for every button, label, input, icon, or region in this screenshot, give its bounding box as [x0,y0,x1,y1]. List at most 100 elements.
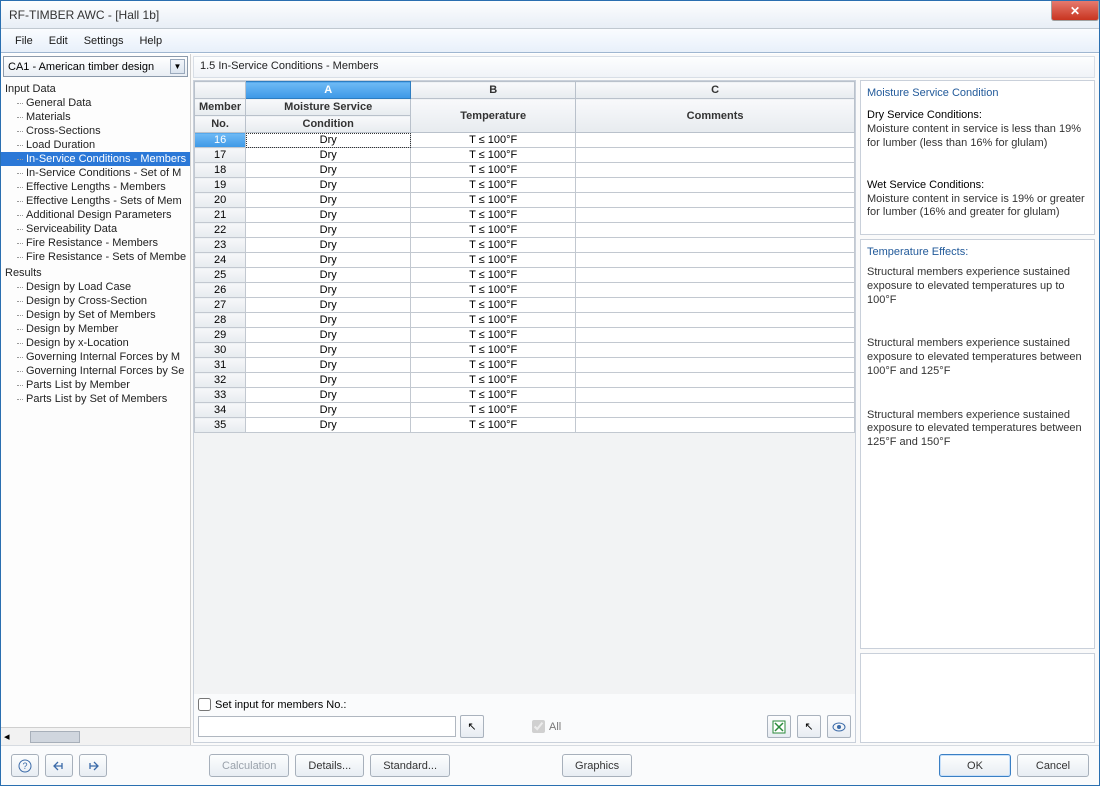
cell[interactable] [576,163,855,178]
cell[interactable]: Dry [246,193,411,208]
calculation-button[interactable]: Calculation [209,754,289,777]
tree-item[interactable]: Effective Lengths - Sets of Mem [1,194,190,208]
cell[interactable]: T ≤ 100°F [411,373,576,388]
nav-prev-button[interactable] [45,754,73,777]
row-header[interactable]: 16 [195,133,246,148]
cell[interactable]: Dry [246,328,411,343]
row-header[interactable]: 29 [195,328,246,343]
tree-item[interactable]: General Data [1,96,190,110]
case-combo[interactable]: CA1 - American timber design ▼ [3,56,188,77]
row-header[interactable]: 33 [195,388,246,403]
table-row[interactable]: 34DryT ≤ 100°F [195,403,855,418]
table-row[interactable]: 29DryT ≤ 100°F [195,328,855,343]
menu-help[interactable]: Help [131,31,170,51]
col-letter-b[interactable]: B [411,82,576,99]
details-button[interactable]: Details... [295,754,364,777]
menu-settings[interactable]: Settings [76,31,132,51]
tree-item[interactable]: In-Service Conditions - Members [1,152,190,166]
cell[interactable]: Dry [246,208,411,223]
cell[interactable]: Dry [246,418,411,433]
cell[interactable] [576,148,855,163]
tree-item[interactable]: Fire Resistance - Members [1,236,190,250]
cell[interactable] [576,178,855,193]
cell[interactable] [576,133,855,148]
tree-item[interactable]: Governing Internal Forces by Se [1,364,190,378]
cell[interactable]: Dry [246,253,411,268]
view-toggle-button[interactable] [827,715,851,738]
cell[interactable]: Dry [246,283,411,298]
cell[interactable]: T ≤ 100°F [411,283,576,298]
cell[interactable] [576,328,855,343]
row-header[interactable]: 25 [195,268,246,283]
table-row[interactable]: 17DryT ≤ 100°F [195,148,855,163]
cell[interactable]: Dry [246,313,411,328]
row-header[interactable]: 27 [195,298,246,313]
cell[interactable]: T ≤ 100°F [411,238,576,253]
data-grid[interactable]: A B C Member Moisture Service Temperatur… [194,81,855,694]
table-row[interactable]: 35DryT ≤ 100°F [195,418,855,433]
row-header[interactable]: 20 [195,193,246,208]
tree-item[interactable]: Parts List by Set of Members [1,392,190,406]
table-row[interactable]: 27DryT ≤ 100°F [195,298,855,313]
menu-file[interactable]: File [7,31,41,51]
cell[interactable]: T ≤ 100°F [411,178,576,193]
cell[interactable]: Dry [246,373,411,388]
table-row[interactable]: 18DryT ≤ 100°F [195,163,855,178]
cell[interactable] [576,418,855,433]
tree-item[interactable]: Design by Set of Members [1,308,190,322]
col-letter-c[interactable]: C [576,82,855,99]
cell[interactable]: Dry [246,178,411,193]
cell[interactable]: T ≤ 100°F [411,208,576,223]
table-row[interactable]: 30DryT ≤ 100°F [195,343,855,358]
row-header[interactable]: 30 [195,343,246,358]
cell[interactable]: T ≤ 100°F [411,268,576,283]
table-row[interactable]: 33DryT ≤ 100°F [195,388,855,403]
cell[interactable] [576,388,855,403]
table-row[interactable]: 25DryT ≤ 100°F [195,268,855,283]
export-excel-button[interactable] [767,715,791,738]
cell[interactable]: T ≤ 100°F [411,298,576,313]
cell[interactable]: T ≤ 100°F [411,163,576,178]
table-row[interactable]: 31DryT ≤ 100°F [195,358,855,373]
row-header[interactable]: 18 [195,163,246,178]
cell[interactable]: Dry [246,148,411,163]
help-button[interactable]: ? [11,754,39,777]
row-header[interactable]: 28 [195,313,246,328]
row-header[interactable]: 34 [195,403,246,418]
ok-button[interactable]: OK [939,754,1011,777]
standard-button[interactable]: Standard... [370,754,450,777]
scroll-thumb[interactable] [30,731,80,743]
cell[interactable]: T ≤ 100°F [411,313,576,328]
table-row[interactable]: 22DryT ≤ 100°F [195,223,855,238]
cell[interactable] [576,268,855,283]
menu-edit[interactable]: Edit [41,31,76,51]
tree-item[interactable]: Serviceability Data [1,222,190,236]
cell[interactable]: Dry [246,133,411,148]
cell[interactable]: T ≤ 100°F [411,223,576,238]
tree-item[interactable]: Design by x-Location [1,336,190,350]
row-header[interactable]: 26 [195,283,246,298]
cell[interactable]: Dry [246,403,411,418]
cell[interactable] [576,298,855,313]
table-row[interactable]: 28DryT ≤ 100°F [195,313,855,328]
tree-group-label[interactable]: Results [1,266,190,280]
cell[interactable]: T ≤ 100°F [411,358,576,373]
row-header[interactable]: 17 [195,148,246,163]
row-header[interactable]: 22 [195,223,246,238]
cancel-button[interactable]: Cancel [1017,754,1089,777]
row-header[interactable]: 24 [195,253,246,268]
cell[interactable] [576,193,855,208]
tree-item[interactable]: Fire Resistance - Sets of Membe [1,250,190,264]
table-row[interactable]: 19DryT ≤ 100°F [195,178,855,193]
table-row[interactable]: 16DryT ≤ 100°F [195,133,855,148]
row-header[interactable]: 35 [195,418,246,433]
all-checkbox[interactable] [532,720,545,733]
pick-view-button[interactable]: ↖ [797,715,821,738]
table-row[interactable]: 24DryT ≤ 100°F [195,253,855,268]
table-row[interactable]: 32DryT ≤ 100°F [195,373,855,388]
cell[interactable]: T ≤ 100°F [411,418,576,433]
cell[interactable] [576,208,855,223]
tree-item[interactable]: Additional Design Parameters [1,208,190,222]
cell[interactable]: T ≤ 100°F [411,403,576,418]
cell[interactable] [576,283,855,298]
